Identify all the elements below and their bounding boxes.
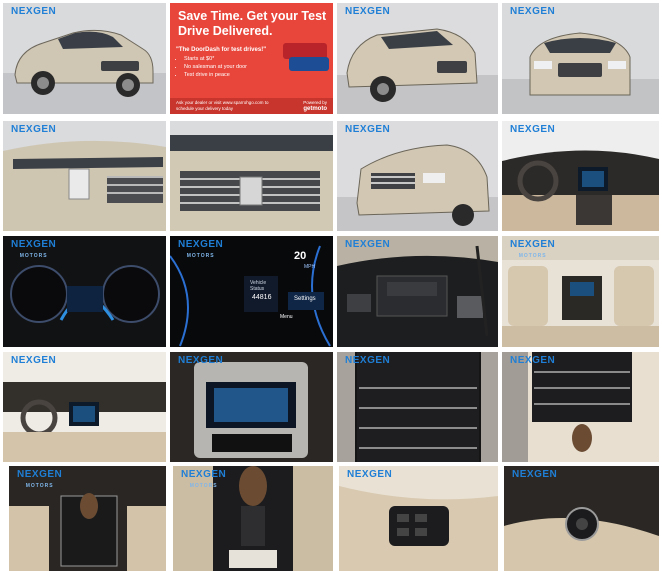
car-exterior-image (502, 3, 659, 114)
getmoto-logo: getmoto (303, 106, 327, 112)
photo-dashboard-wide[interactable]: NEXGEN (502, 121, 659, 231)
ad-quote: "The DoorDash for test drives!" (176, 47, 267, 53)
speed-readout: 20 (294, 250, 307, 262)
settings-label: Settings (294, 296, 316, 302)
nexgen-logo: NEXGEN MOTORS (510, 239, 556, 260)
photo-climate-controls[interactable]: NEXGEN (337, 352, 498, 462)
climate-controls-image (337, 352, 498, 462)
infotainment-image (170, 352, 333, 462)
ad-powered-by: Powered by getmoto (303, 100, 327, 112)
photo-gauge-cluster[interactable]: NEXGEN MOTORS (3, 236, 166, 347)
engine-bay-image (337, 236, 498, 347)
headlight-image (3, 121, 166, 231)
photo-front-right-quarter[interactable]: NEXGEN (337, 121, 498, 231)
car-exterior-image (337, 121, 498, 231)
nexgen-logo: NEXGEN (11, 6, 57, 17)
ad-cta: Ask your dealer or visit www.sparrohgo.c… (176, 100, 269, 111)
dashboard-image (502, 121, 659, 231)
nexgen-logo: NEXGEN MOTORS (11, 239, 57, 260)
interior-front-image (3, 352, 166, 462)
ad-test-drive[interactable]: Save Time. Get your Test Drive Delivered… (170, 3, 333, 114)
nexgen-logo: NEXGEN MOTORS (17, 469, 63, 490)
vehicle-status-label: Vehicle Status (250, 280, 267, 292)
photo-shifter-closeup[interactable]: NEXGEN MOTORS (173, 466, 333, 571)
photo-exterior-front[interactable]: NEXGEN (502, 3, 659, 114)
ad-headline: Save Time. Get your Test Drive Delivered… (178, 9, 327, 38)
photo-center-console[interactable]: NEXGEN (502, 352, 659, 462)
nexgen-logo: NEXGEN (345, 6, 391, 17)
headlight-switch-image (504, 466, 659, 571)
nexgen-logo: NEXGEN (11, 355, 57, 366)
nexgen-logo: NEXGEN (345, 355, 391, 366)
ad-bullet: No salesman at your door (184, 63, 247, 71)
speed-unit: MPH (304, 264, 316, 270)
ad-footer: Ask your dealer or visit www.sparrohgo.c… (170, 98, 333, 114)
nexgen-logo: NEXGEN (11, 124, 57, 135)
photo-interior-front[interactable]: NEXGEN (3, 352, 166, 462)
photo-door-panel[interactable]: NEXGEN (339, 466, 498, 571)
nexgen-logo: NEXGEN MOTORS (178, 239, 224, 260)
nexgen-logo: NEXGEN (510, 6, 556, 17)
car-exterior-image (3, 3, 166, 114)
grille-image (170, 121, 333, 231)
nexgen-logo: NEXGEN (345, 239, 391, 250)
nexgen-logo: NEXGEN (510, 124, 556, 135)
blue-truck-image (289, 57, 329, 71)
ad-bullet: Starts at $0* (184, 55, 247, 63)
center-console-image (502, 352, 659, 462)
ad-bullet: Test drive in peace (184, 71, 247, 79)
nexgen-logo: NEXGEN (512, 469, 558, 480)
nexgen-logo: NEXGEN (510, 355, 556, 366)
photo-headlight-left[interactable]: NEXGEN (3, 121, 166, 231)
photo-exterior-front-left[interactable]: NEXGEN (3, 3, 166, 114)
ad-bullets: Starts at $0* No salesman at your door T… (174, 55, 247, 79)
photo-headlight-switch[interactable]: NEXGEN (504, 466, 659, 571)
door-panel-image (339, 466, 498, 571)
car-exterior-image (337, 3, 498, 114)
photo-shifter[interactable]: NEXGEN MOTORS (9, 466, 166, 571)
odometer-readout: 44816 (252, 294, 272, 301)
photo-gallery-grid: NEXGEN Save Time. Get your Test Drive De… (3, 3, 659, 571)
nexgen-logo: NEXGEN MOTORS (181, 469, 227, 490)
nexgen-logo: NEXGEN (345, 124, 391, 135)
nexgen-logo: NEXGEN (178, 355, 224, 366)
nexgen-logo: NEXGEN (347, 469, 393, 480)
menu-label: Menu (280, 314, 293, 320)
photo-engine-bay[interactable]: NEXGEN (337, 236, 498, 347)
photo-grille-closeup[interactable] (170, 121, 333, 231)
photo-cluster-display[interactable]: NEXGEN MOTORS 20 MPH Vehicle Status 44816… (170, 236, 333, 347)
photo-exterior-front-quarter[interactable]: NEXGEN (337, 3, 498, 114)
photo-rear-seats[interactable]: NEXGEN MOTORS (502, 236, 659, 347)
photo-infotainment[interactable]: NEXGEN (170, 352, 333, 462)
